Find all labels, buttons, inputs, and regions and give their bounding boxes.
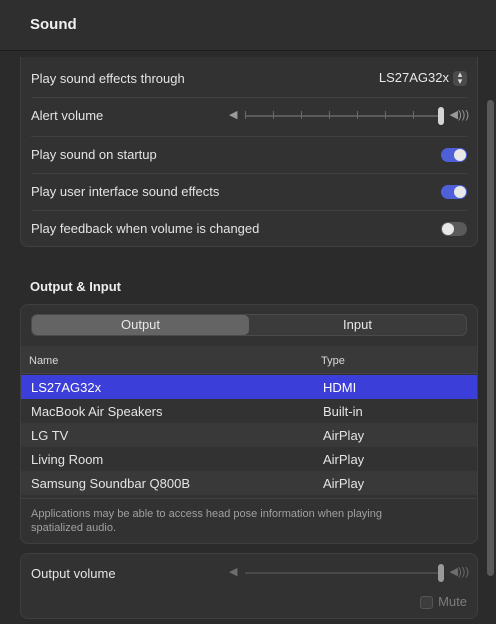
tab-output[interactable]: Output bbox=[32, 315, 249, 335]
slider-thumb[interactable] bbox=[438, 107, 444, 125]
slider-tick bbox=[301, 111, 302, 119]
mute-label: Mute bbox=[438, 594, 467, 609]
slider-tick bbox=[245, 111, 246, 119]
device-type: HDMI bbox=[323, 380, 357, 395]
scrollbar[interactable] bbox=[487, 100, 494, 576]
slider-thumb[interactable] bbox=[438, 564, 444, 582]
feedback-label: Play feedback when volume is changed bbox=[31, 221, 260, 236]
startup-toggle[interactable] bbox=[441, 148, 467, 162]
device-name: MacBook Air Speakers bbox=[31, 404, 163, 419]
column-type-header[interactable]: Type bbox=[321, 355, 345, 367]
head-pose-note: Applications may be able to access head … bbox=[31, 508, 382, 534]
play-through-value: LS27AG32x bbox=[378, 70, 449, 85]
device-type: AirPlay bbox=[323, 476, 365, 491]
speaker-high-icon: ◀))) bbox=[449, 566, 469, 578]
startup-label: Play sound on startup bbox=[31, 147, 157, 162]
slider-track bbox=[245, 572, 441, 574]
play-through-popup[interactable]: LS27AG32x ▴ ▾ bbox=[378, 70, 467, 87]
alert-volume-label: Alert volume bbox=[31, 108, 104, 123]
output-volume-panel: Output volume ◀ ◀))) Mute bbox=[20, 553, 478, 619]
output-volume-label: Output volume bbox=[31, 566, 116, 581]
device-type: AirPlay bbox=[323, 452, 365, 467]
output-volume-slider[interactable]: ◀ ◀))) bbox=[229, 564, 469, 582]
output-input-panel: Output Input Name Type LS27AG32x HDMI Ma… bbox=[20, 304, 478, 544]
table-row[interactable]: LG TV AirPlay bbox=[21, 423, 477, 447]
speaker-low-icon: ◀ bbox=[229, 566, 238, 578]
alert-volume-slider[interactable]: ◀ ◀))) bbox=[229, 107, 469, 125]
tab-input[interactable]: Input bbox=[249, 315, 466, 335]
table-row[interactable]: Living Room AirPlay bbox=[21, 447, 477, 471]
divider bbox=[21, 498, 477, 499]
mute-checkbox[interactable]: Mute bbox=[420, 594, 467, 610]
device-name: LG TV bbox=[31, 428, 69, 443]
feedback-toggle[interactable] bbox=[441, 222, 467, 236]
title-bar: Sound bbox=[0, 0, 496, 51]
window-title: Sound bbox=[30, 16, 77, 33]
toggle-knob bbox=[454, 149, 466, 161]
toggle-knob bbox=[442, 223, 454, 235]
play-through-row: Play sound effects through LS27AG32x ▴ ▾ bbox=[21, 60, 477, 97]
alert-volume-row: Alert volume ◀ ◀))) bbox=[21, 97, 477, 134]
device-name: Samsung Soundbar Q800B bbox=[31, 476, 190, 491]
toggle-knob bbox=[454, 186, 466, 198]
ui-effects-row: Play user interface sound effects bbox=[21, 173, 477, 210]
device-name: Living Room bbox=[31, 452, 104, 467]
ui-effects-label: Play user interface sound effects bbox=[31, 184, 220, 199]
ui-effects-toggle[interactable] bbox=[441, 185, 467, 199]
slider-tick bbox=[357, 111, 358, 119]
table-header: Name Type bbox=[21, 346, 477, 374]
device-type: AirPlay bbox=[323, 428, 365, 443]
table-row[interactable]: MacBook Air Speakers Built-in bbox=[21, 399, 477, 423]
slider-tick bbox=[273, 111, 274, 119]
chevron-updown-icon: ▴ ▾ bbox=[453, 70, 467, 87]
table-row[interactable]: Samsung Soundbar Q800B AirPlay bbox=[21, 471, 477, 495]
slider-tick bbox=[329, 111, 330, 119]
slider-tick bbox=[385, 111, 386, 119]
play-through-label: Play sound effects through bbox=[31, 71, 185, 86]
checkbox-box[interactable] bbox=[420, 596, 434, 610]
sound-effects-panel: Play sound effects through LS27AG32x ▴ ▾ A… bbox=[20, 57, 478, 247]
feedback-row: Play feedback when volume is changed bbox=[21, 210, 477, 247]
table-row[interactable]: LS27AG32x HDMI bbox=[21, 375, 477, 399]
slider-tick bbox=[413, 111, 414, 119]
column-name-header[interactable]: Name bbox=[29, 355, 58, 367]
startup-row: Play sound on startup bbox=[21, 136, 477, 173]
speaker-low-icon: ◀ bbox=[229, 109, 238, 121]
device-name: LS27AG32x bbox=[31, 380, 102, 395]
output-input-segmented-control: Output Input bbox=[31, 314, 467, 336]
device-type: Built-in bbox=[323, 404, 363, 419]
output-input-heading: Output & Input bbox=[30, 279, 121, 294]
slider-track bbox=[245, 115, 441, 117]
speaker-high-icon: ◀))) bbox=[449, 109, 469, 121]
